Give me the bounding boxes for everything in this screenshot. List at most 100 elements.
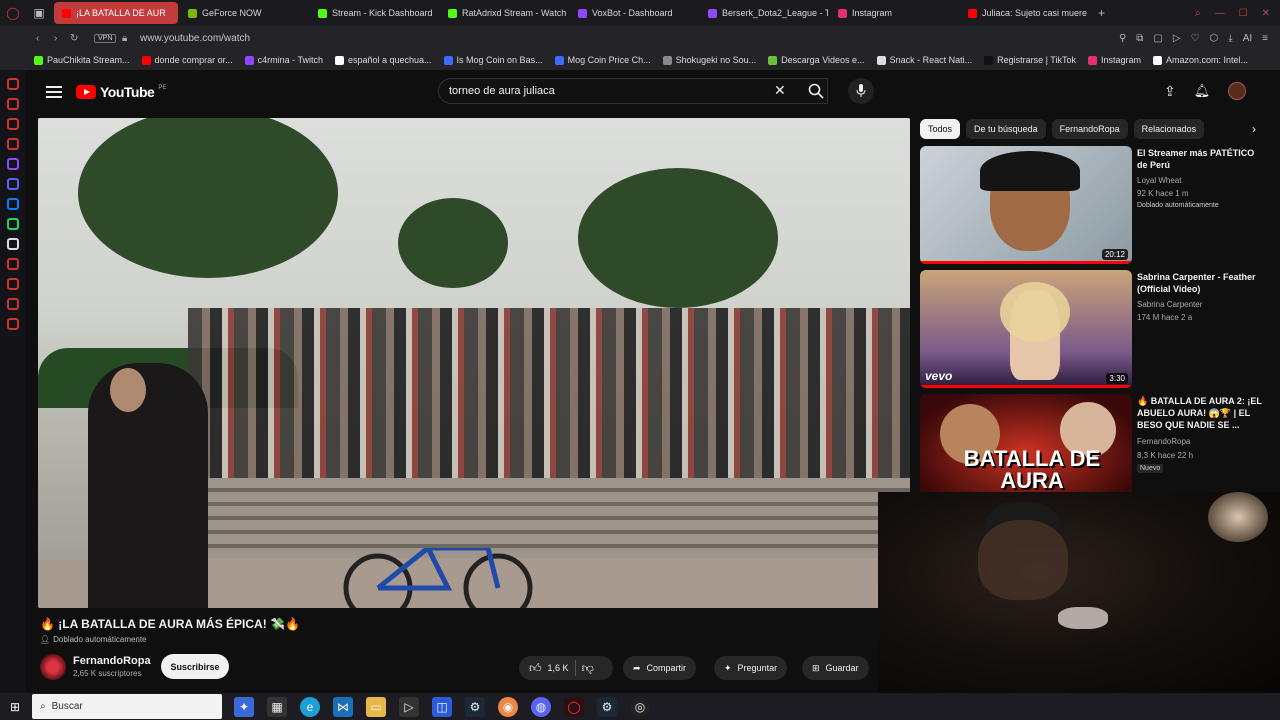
bookmark-item[interactable]: PauChikita Stream... (34, 55, 130, 65)
opera-menu-icon[interactable]: ◯ (0, 0, 26, 26)
channel-avatar[interactable] (40, 654, 66, 680)
bookmark-heart-icon[interactable]: ♡ (1191, 33, 1200, 44)
dislike-icon[interactable]: 👎︎ (582, 661, 594, 676)
subscribe-button[interactable]: Suscribirse (161, 654, 229, 679)
channel-name[interactable]: FernandoRopa (73, 655, 151, 667)
back-icon[interactable]: ‹ (36, 33, 39, 44)
maximize-icon[interactable]: ☐ (1239, 8, 1248, 19)
steam-client-icon[interactable]: ⚙ (597, 696, 617, 717)
windows-start-icon[interactable]: ⊞ (0, 700, 30, 714)
copilot-icon[interactable]: ✦ (234, 696, 254, 717)
recommendation-card[interactable]: 20:12 El Streamer más PATÉTICO de Perú L… (920, 146, 1270, 264)
sidebar-extensions-icon[interactable] (7, 298, 19, 310)
browser-tab[interactable]: RatAdrixd Stream - Watch (440, 2, 568, 24)
browser-tab[interactable]: Berserk_Dota2_League - T (700, 2, 828, 24)
capture-icon[interactable]: ▢ (1153, 33, 1162, 44)
like-icon[interactable]: 👍︎ (529, 661, 542, 676)
bookmark-item[interactable]: Snack - React Nati... (876, 55, 972, 65)
recommendation-channel[interactable]: Loyal Wheat (1137, 176, 1181, 185)
sidebar-messenger-icon[interactable] (7, 198, 19, 210)
chip-from-search[interactable]: De tu búsqueda (966, 119, 1046, 139)
video-thumbnail[interactable]: 20:12 (920, 146, 1132, 264)
vpn-badge[interactable]: VPN (94, 33, 117, 43)
bookmark-item[interactable]: c4rmina - Twitch (244, 55, 323, 65)
close-window-icon[interactable]: ✕ (1262, 8, 1270, 19)
obs-icon[interactable]: ◎ (630, 696, 650, 717)
new-tab-button[interactable]: + (1090, 2, 1113, 24)
save-button[interactable]: ⊞ Guardar (802, 656, 869, 680)
vscode-icon[interactable]: ⋈ (333, 696, 353, 717)
youtube-logo[interactable]: YouTube PE (76, 84, 166, 100)
app-window-icon[interactable]: ◫ (432, 696, 452, 717)
bookmark-item[interactable]: Is Mog Coin on Bas... (443, 55, 543, 65)
download-icon[interactable]: ⤓ (1228, 33, 1232, 44)
store-icon[interactable]: ▦ (267, 696, 287, 717)
sidebar-discord-icon[interactable] (7, 178, 19, 190)
bookmark-item[interactable]: Mog Coin Price Ch... (554, 55, 651, 65)
bookmark-item[interactable]: donde comprar or... (141, 55, 233, 65)
taskbar-search[interactable]: ⌕ Buscar (32, 694, 222, 719)
minimize-icon[interactable]: — (1215, 8, 1225, 19)
recommendation-channel[interactable]: Sabrina Carpenter (1137, 300, 1202, 309)
tab-overview-icon[interactable]: ▣ (26, 0, 52, 26)
ai-icon[interactable]: AI (1243, 33, 1252, 44)
sidebar-whatsapp-icon[interactable] (7, 218, 19, 230)
browser-tab[interactable]: Instagram (830, 2, 958, 24)
like-count[interactable]: 1,6 K (548, 663, 569, 673)
recommendation-title[interactable]: Sabrina Carpenter - Feather (Official Vi… (1137, 271, 1263, 295)
sidebar-aria-icon[interactable] (7, 78, 19, 90)
ask-button[interactable]: ✦ Preguntar (714, 656, 788, 680)
edge-icon[interactable]: e (300, 696, 320, 717)
terminal-icon[interactable]: ▷ (399, 696, 419, 717)
share-button[interactable]: ➦ Compartir (623, 656, 697, 680)
recommendation-channel[interactable]: FernandoRopa (1137, 437, 1190, 446)
recommendation-title[interactable]: El Streamer más PATÉTICO de Perú (1137, 147, 1263, 171)
account-avatar[interactable] (1228, 82, 1247, 100)
search-button[interactable] (802, 78, 830, 104)
video-thumbnail[interactable]: vevo 3:30 (920, 270, 1132, 388)
browser-tab[interactable]: GeForce NOW (180, 2, 308, 24)
voice-search-button[interactable] (848, 78, 874, 104)
sidebar-workspaces-icon[interactable] (7, 98, 19, 110)
bookmark-item[interactable]: Registrarse | TikTok (984, 55, 1076, 65)
reload-icon[interactable]: ↻ (70, 33, 78, 44)
video-player[interactable] (38, 118, 910, 608)
chip-related[interactable]: Relacionados (1133, 119, 1205, 139)
pin-icon[interactable]: ⚲ (1119, 33, 1126, 44)
bookmark-item[interactable]: Instagram (1087, 55, 1141, 65)
chevron-right-icon[interactable]: › (1252, 122, 1260, 136)
browser-tab[interactable]: Juliaca: Sujeto casi muere (960, 2, 1088, 24)
sidebar-twitch-icon[interactable] (7, 158, 19, 170)
extensions-icon[interactable]: ⬡ (1210, 33, 1219, 44)
chip-all[interactable]: Todos (920, 119, 961, 139)
search-tabs-icon[interactable]: ⌕ (1195, 8, 1201, 19)
browser-tab[interactable]: Stream - Kick Dashboard (310, 2, 438, 24)
bookmark-item[interactable]: español a quechua... (334, 55, 432, 65)
sidebar-crypto-icon[interactable] (7, 118, 19, 130)
steam-icon[interactable]: ⚙ (465, 696, 485, 717)
sidebar-player-icon[interactable] (7, 258, 19, 270)
send-icon[interactable]: ▷ (1173, 33, 1181, 44)
search-input[interactable]: torneo de aura juliaca (438, 78, 828, 104)
notifications-bell-icon[interactable]: 🔔︎ (1194, 83, 1211, 99)
menu-icon[interactable]: ≡ (1262, 33, 1268, 44)
file-explorer-icon[interactable]: ▭ (366, 696, 386, 717)
bookmark-item[interactable]: Shokugeki no Sou... (662, 55, 756, 65)
recommendation-title[interactable]: 🔥 BATALLA DE AURA 2: ¡EL ABUELO AURA! 😱🏆… (1137, 395, 1263, 431)
chrome-icon[interactable]: ◉ (498, 696, 518, 717)
bookmark-item[interactable]: Amazon.com: Intel... (1153, 55, 1248, 65)
snapshot-icon[interactable]: ⧉ (1136, 33, 1143, 44)
discord-icon[interactable]: ◍ (531, 696, 551, 717)
chip-channel[interactable]: FernandoRopa (1051, 119, 1128, 139)
browser-tab[interactable]: VoxBot - Dashboard (570, 2, 698, 24)
sidebar-history-icon[interactable] (7, 278, 19, 290)
opera-gx-icon[interactable]: ◯ (564, 696, 584, 717)
sidebar-settings-icon[interactable] (7, 318, 19, 330)
sidebar-x-icon[interactable] (7, 238, 19, 250)
forward-icon[interactable]: › (54, 33, 57, 44)
clear-search-icon[interactable]: ✕ (774, 82, 786, 99)
sidebar-gx-icon[interactable] (7, 138, 19, 150)
hamburger-menu-icon[interactable] (46, 86, 62, 98)
browser-tab[interactable]: ¡LA BATALLA DE AUR (54, 2, 178, 24)
recommendation-card[interactable]: vevo 3:30 Sabrina Carpenter - Feather (O… (920, 270, 1270, 388)
